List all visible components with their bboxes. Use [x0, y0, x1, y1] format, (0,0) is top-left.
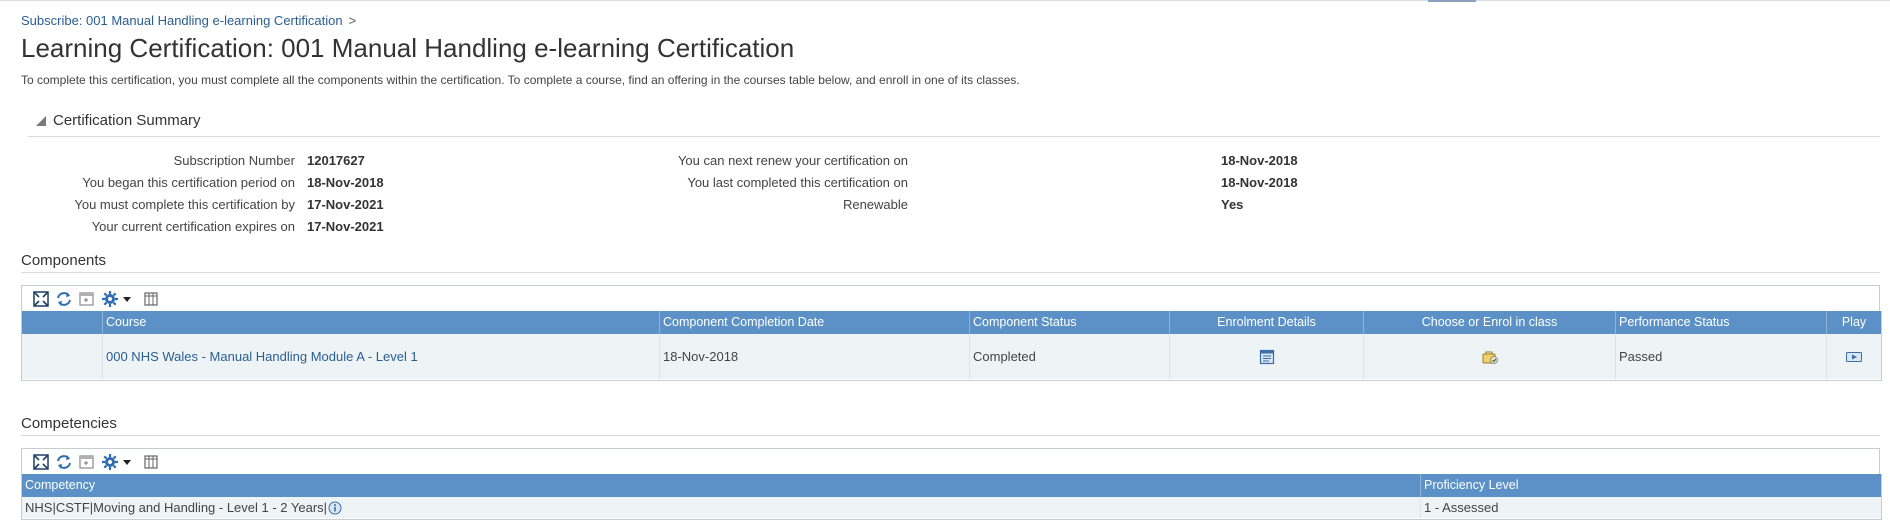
detach-icon[interactable]	[32, 290, 50, 308]
field-label: You began this certification period on	[82, 175, 295, 190]
certification-summary-header[interactable]: Certification Summary	[28, 106, 1880, 137]
enrolment-details-cell	[1169, 334, 1363, 379]
columns-icon[interactable]	[142, 453, 160, 471]
summary-field-renewable: Renewable Yes	[700, 197, 1400, 215]
page-title: Learning Certification: 001 Manual Handl…	[21, 33, 795, 63]
freeze-icon[interactable]	[78, 453, 96, 471]
table-row: NHS|CSTF|Moving and Handling - Level 1 -…	[22, 497, 1881, 518]
column-header-competency[interactable]: Competency	[22, 474, 1420, 497]
field-value: 18-Nov-2018	[1221, 153, 1298, 168]
field-value: 18-Nov-2018	[307, 175, 384, 190]
certification-summary-title: Certification Summary	[53, 112, 201, 129]
column-header-component-status[interactable]: Component Status	[969, 311, 1169, 334]
competencies-divider	[21, 435, 1880, 436]
course-cell: 000 NHS Wales - Manual Handling Module A…	[102, 334, 659, 379]
field-value: 18-Nov-2018	[1221, 175, 1298, 190]
competencies-toolbar	[21, 448, 1880, 475]
components-title: Components	[21, 252, 107, 269]
settings-icon[interactable]	[101, 453, 119, 471]
choose-enrol-cell	[1363, 334, 1615, 379]
performance-status-cell: Passed	[1615, 334, 1826, 379]
dropdown-arrow-icon[interactable]	[121, 453, 139, 471]
components-table: Course Component Completion Date Compone…	[21, 311, 1882, 381]
table-row: 000 NHS Wales - Manual Handling Module A…	[22, 334, 1881, 379]
course-link[interactable]: 000 NHS Wales - Manual Handling Module A…	[106, 349, 418, 364]
play-cell	[1826, 334, 1881, 379]
summary-field-subscription-number: Subscription Number 12017627	[21, 153, 621, 171]
summary-field-next-renew: You can next renew your certification on…	[678, 153, 1400, 171]
components-divider	[21, 272, 1880, 273]
proficiency-level-cell: 1 - Assessed	[1420, 497, 1881, 518]
refresh-icon[interactable]	[55, 290, 73, 308]
field-label: Your current certification expires on	[91, 219, 295, 234]
summary-field-expires-on: Your current certification expires on 17…	[21, 219, 621, 237]
field-label: Subscription Number	[173, 153, 295, 168]
play-icon[interactable]	[1846, 351, 1862, 363]
completion-date-cell: 18-Nov-2018	[659, 334, 969, 379]
top-tab-indicator	[1428, 0, 1476, 2]
column-header-course[interactable]: Course	[102, 311, 659, 334]
column-header-performance-status[interactable]: Performance Status	[1615, 311, 1826, 334]
field-label: You can next renew your certification on	[677, 153, 908, 168]
competencies-table-header: Competency Proficiency Level	[22, 474, 1881, 497]
summary-field-period-began: You began this certification period on 1…	[21, 175, 621, 193]
components-table-header: Course Component Completion Date Compone…	[22, 311, 1881, 334]
column-header-proficiency-level[interactable]: Proficiency Level	[1420, 474, 1881, 497]
page-description: To complete this certification, you must…	[21, 73, 1020, 87]
column-header-enrolment-details[interactable]: Enrolment Details	[1169, 311, 1363, 334]
freeze-icon[interactable]	[78, 290, 96, 308]
summary-field-last-completed: You last completed this certification on…	[687, 175, 1400, 193]
info-icon[interactable]	[328, 501, 342, 515]
detach-icon[interactable]	[32, 453, 50, 471]
settings-icon[interactable]	[101, 290, 119, 308]
competencies-table: Competency Proficiency Level NHS|CSTF|Mo…	[21, 474, 1882, 520]
refresh-icon[interactable]	[55, 453, 73, 471]
top-border	[0, 0, 1890, 1]
field-value: Yes	[1221, 197, 1244, 212]
breadcrumb: Subscribe: 001 Manual Handling e-learnin…	[21, 13, 356, 28]
field-label: You must complete this certification by	[74, 197, 295, 212]
competency-name: NHS|CSTF|Moving and Handling - Level 1 -…	[25, 500, 328, 515]
components-toolbar	[21, 285, 1880, 312]
competency-cell: NHS|CSTF|Moving and Handling - Level 1 -…	[22, 497, 1420, 518]
field-value: 12017627	[307, 153, 365, 168]
column-header-play[interactable]: Play	[1826, 311, 1881, 334]
field-label: You last completed this certification on	[687, 175, 908, 190]
field-value: 17-Nov-2021	[307, 197, 384, 212]
field-label: Renewable	[842, 197, 908, 212]
enrol-class-icon[interactable]	[1481, 349, 1499, 365]
column-header-completion-date[interactable]: Component Completion Date	[659, 311, 969, 334]
summary-field-complete-by: You must complete this certification by …	[21, 197, 621, 215]
field-value: 17-Nov-2021	[307, 219, 384, 234]
breadcrumb-link[interactable]: Subscribe: 001 Manual Handling e-learnin…	[21, 13, 343, 28]
competencies-title: Competencies	[21, 415, 117, 432]
enrolment-details-icon[interactable]	[1259, 349, 1275, 365]
component-status-cell: Completed	[969, 334, 1169, 379]
dropdown-arrow-icon[interactable]	[121, 290, 139, 308]
collapse-triangle-icon[interactable]	[36, 116, 46, 126]
columns-icon[interactable]	[142, 290, 160, 308]
column-header-choose-enrol[interactable]: Choose or Enrol in class	[1363, 311, 1615, 334]
breadcrumb-separator: >	[348, 13, 357, 28]
